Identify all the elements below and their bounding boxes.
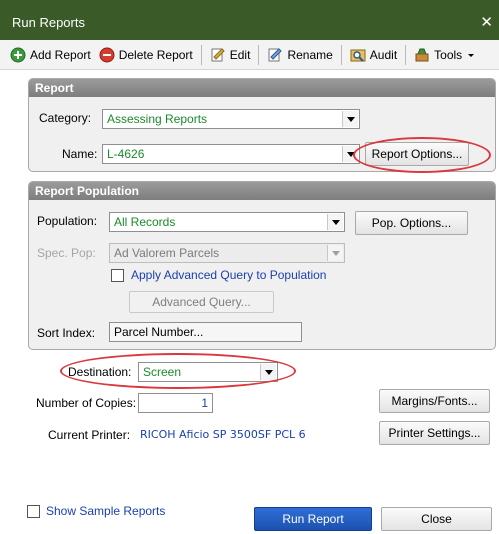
destination-value: Screen xyxy=(143,365,182,379)
category-select[interactable]: Assessing Reports xyxy=(102,109,360,129)
run-report-button[interactable]: Run Report xyxy=(254,507,372,531)
destination-label: Destination: xyxy=(68,365,132,379)
audit-label: Audit xyxy=(369,47,398,62)
current-printer-label: Current Printer: xyxy=(48,428,131,442)
advanced-query-button: Advanced Query... xyxy=(129,291,274,313)
window-title: Run Reports xyxy=(12,15,85,30)
sort-index-field[interactable]: Parcel Number... xyxy=(109,322,302,342)
add-report-icon xyxy=(10,47,26,62)
name-label: Name: xyxy=(62,147,98,161)
add-report-label: Add Report xyxy=(30,47,91,62)
destination-select[interactable]: Screen xyxy=(138,362,278,382)
tools-label: Tools xyxy=(434,47,463,62)
audit-icon xyxy=(350,49,366,62)
chevron-down-icon[interactable] xyxy=(342,111,358,127)
copies-input[interactable]: 1 xyxy=(138,393,213,413)
delete-report-icon xyxy=(99,47,115,62)
chevron-down-icon xyxy=(327,245,343,261)
chevron-down-icon[interactable] xyxy=(342,146,358,162)
audit-button[interactable]: Audit xyxy=(346,43,401,67)
show-sample-checkbox[interactable] xyxy=(27,505,40,518)
population-label: Population: xyxy=(37,214,98,228)
close-button[interactable]: Close xyxy=(381,507,492,531)
copies-label: Number of Copies: xyxy=(36,396,137,410)
category-value: Assessing Reports xyxy=(107,112,208,126)
category-label: Category: xyxy=(39,111,92,125)
rename-label: Rename xyxy=(287,47,333,62)
title-bar: Run Reports ✕ xyxy=(0,0,499,40)
toolbar-separator xyxy=(405,44,407,65)
chevron-down-icon xyxy=(468,53,475,57)
population-value: All Records xyxy=(114,215,176,229)
population-panel-header: Report Population xyxy=(29,182,495,200)
show-sample-label[interactable]: Show Sample Reports xyxy=(46,504,165,518)
spec-pop-value: Ad Valorem Parcels xyxy=(114,246,220,260)
apply-query-label[interactable]: Apply Advanced Query to Population xyxy=(131,268,326,282)
toolbar-separator xyxy=(340,44,342,65)
rename-icon xyxy=(268,47,283,61)
add-report-button[interactable]: Add Report xyxy=(6,43,95,67)
delete-report-label: Delete Report xyxy=(118,47,193,62)
apply-query-checkbox[interactable] xyxy=(111,269,124,282)
rename-button[interactable]: Rename xyxy=(263,43,336,67)
toolbar: Add Report Delete Report Edit Rename Aud… xyxy=(0,40,499,70)
spec-pop-label: Spec. Pop: xyxy=(37,246,96,260)
report-name-select[interactable]: L-4626 xyxy=(102,144,360,164)
spec-pop-select: Ad Valorem Parcels xyxy=(109,243,345,263)
report-name-value: L-4626 xyxy=(107,147,145,161)
close-window-icon[interactable]: ✕ xyxy=(480,13,493,31)
pop-options-button[interactable]: Pop. Options... xyxy=(355,211,468,235)
margins-fonts-button[interactable]: Margins/Fonts... xyxy=(379,389,490,413)
edit-pencil-icon xyxy=(211,47,225,61)
toolbar-separator xyxy=(200,44,202,65)
tools-menu-button[interactable]: Tools xyxy=(410,43,480,67)
tools-icon xyxy=(415,48,429,61)
edit-label: Edit xyxy=(229,47,251,62)
population-select[interactable]: All Records xyxy=(109,212,345,232)
delete-report-button[interactable]: Delete Report xyxy=(95,43,197,67)
sort-index-label: Sort Index: xyxy=(37,326,96,340)
report-panel: Report Category: Assessing Reports Name:… xyxy=(28,78,496,172)
toolbar-separator xyxy=(258,44,260,65)
report-population-panel: Report Population Population: All Record… xyxy=(28,181,496,350)
current-printer-value: RICOH Aficio SP 3500SF PCL 6 xyxy=(140,428,306,441)
chevron-down-icon[interactable] xyxy=(327,214,343,230)
report-options-button[interactable]: Report Options... xyxy=(365,142,469,166)
printer-settings-button[interactable]: Printer Settings... xyxy=(379,421,490,445)
chevron-down-icon[interactable] xyxy=(260,364,276,380)
report-panel-header: Report xyxy=(29,79,495,97)
edit-button[interactable]: Edit xyxy=(206,43,255,67)
